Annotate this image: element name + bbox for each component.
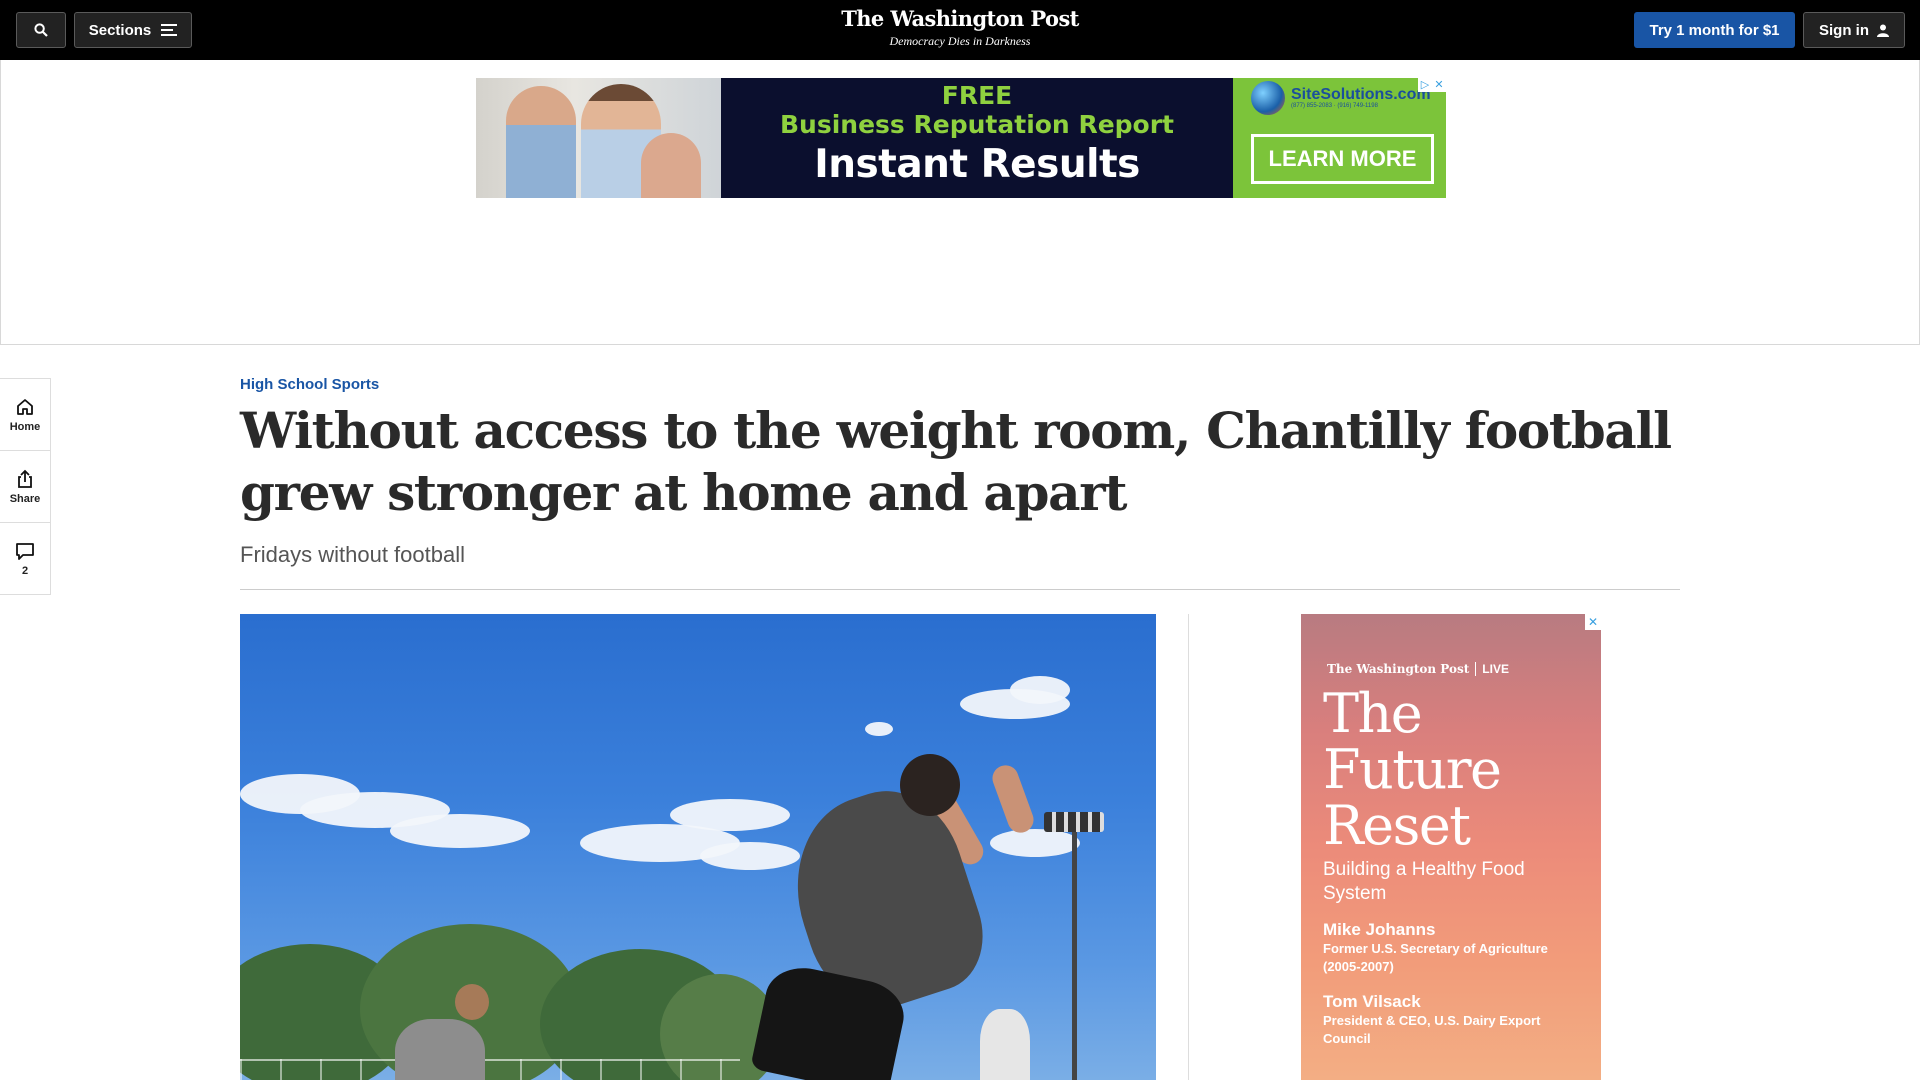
side-ad-brand-live: LIVE (1482, 662, 1509, 676)
globe-icon (1251, 81, 1285, 115)
ad-brand-name: SiteSolutions.com (1291, 86, 1431, 103)
utility-rail: Home Share 2 (0, 378, 51, 595)
sections-label: Sections (88, 21, 152, 39)
sections-button[interactable]: Sections (74, 12, 192, 48)
article-dek: Fridays without football (240, 542, 465, 567)
speaker-name: Mike Johanns (1323, 920, 1436, 939)
header-divider (240, 589, 1680, 590)
lead-photo[interactable] (240, 614, 1156, 1080)
comment-icon (16, 542, 34, 560)
subscribe-button[interactable]: Try 1 month for $1 (1634, 12, 1795, 48)
top-ad-slot: FREE Business Reputation Report Instant … (0, 60, 1920, 345)
rail-share[interactable]: Share (0, 451, 50, 523)
ad-close-icon[interactable]: ✕ (1432, 78, 1446, 92)
side-ad-title: The Future Reset (1323, 682, 1502, 857)
side-ad-brand: The Washington Post LIVE (1327, 662, 1509, 676)
home-icon (17, 398, 33, 415)
rail-home-label: Home (9, 420, 41, 433)
sign-in-button[interactable]: Sign in (1803, 12, 1905, 48)
masthead[interactable]: The Washington Post Democracy Dies in Da… (760, 5, 1160, 48)
search-button[interactable] (16, 12, 66, 48)
rail-comments[interactable]: 2 (0, 523, 50, 594)
banner-ad[interactable]: FREE Business Reputation Report Instant … (476, 78, 1446, 198)
search-icon (34, 23, 48, 37)
speaker-role: Former U.S. Secretary of Agriculture (20… (1323, 941, 1548, 974)
ad-choices[interactable]: ▷ ✕ (1418, 78, 1446, 92)
comment-count: 2 (21, 564, 29, 577)
ad-brand-panel: SiteSolutions.com (877) 855-2083 · (916)… (1233, 78, 1446, 198)
sign-in-label: Sign in (1819, 21, 1869, 39)
side-ad-brand-name: The Washington Post (1327, 662, 1470, 676)
ad-line-1: FREE (941, 81, 1013, 110)
article-headline: Without access to the weight room, Chant… (240, 401, 1672, 522)
share-icon (18, 469, 32, 488)
ad-line-3: Instant Results (814, 142, 1140, 187)
site-logo[interactable]: The Washington Post (760, 5, 1160, 33)
learn-more-button[interactable]: LEARN MORE (1251, 134, 1434, 184)
rail-share-label: Share (9, 492, 41, 505)
ad-photo (476, 78, 721, 198)
menu-icon (161, 24, 178, 36)
side-ad-subtitle: Building a Healthy Food System (1323, 859, 1525, 904)
ad-close-icon[interactable]: ✕ (1585, 614, 1601, 630)
site-tagline: Democracy Dies in Darkness (889, 34, 1031, 48)
section-kicker[interactable]: High School Sports (240, 376, 379, 393)
ad-line-2: Business Reputation Report (780, 110, 1174, 139)
speaker-name: Tom Vilsack (1323, 992, 1421, 1011)
column-divider (1188, 614, 1189, 1080)
rail-home[interactable]: Home (0, 379, 50, 451)
ad-message: FREE Business Reputation Report Instant … (721, 78, 1233, 198)
ad-brand: SiteSolutions.com (877) 855-2083 · (916)… (1251, 81, 1431, 115)
adchoices-icon[interactable]: ▷ (1418, 78, 1432, 92)
top-nav-bar: Sections The Washington Post Democracy D… (0, 0, 1920, 60)
ad-brand-phone: (877) 855-2083 · (916) 749-1198 (1291, 103, 1378, 109)
side-ad[interactable]: ✕ The Washington Post LIVE The Future Re… (1301, 614, 1601, 1080)
user-icon (1877, 24, 1889, 37)
speaker-role: President & CEO, U.S. Dairy Export Counc… (1323, 1013, 1541, 1046)
